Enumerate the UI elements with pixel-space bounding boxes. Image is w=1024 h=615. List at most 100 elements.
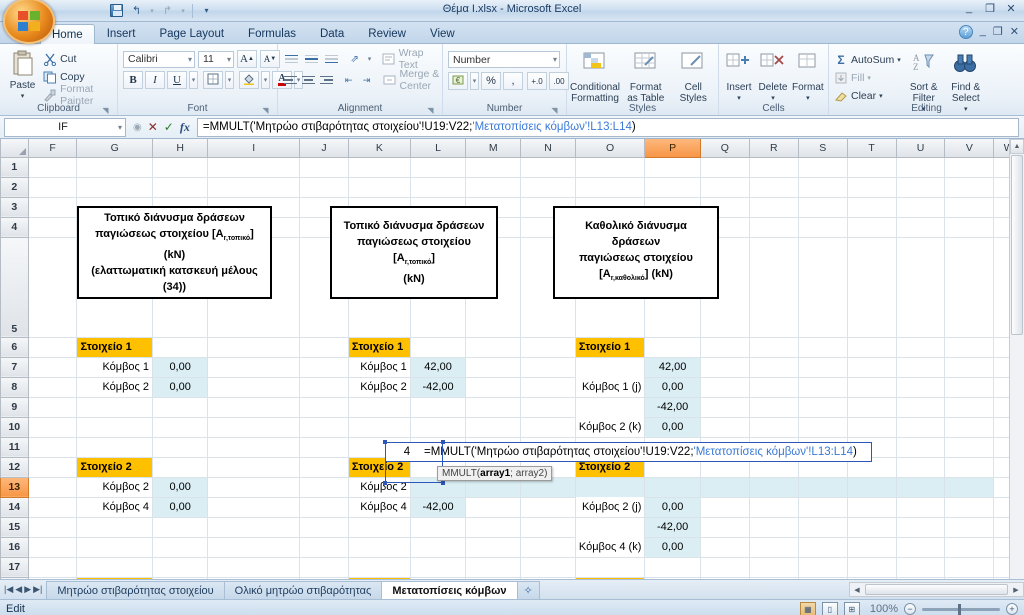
cell-K7[interactable]: Κόμβος 1 [347,356,411,378]
confirm-edit-button[interactable]: ✓ [164,120,174,134]
column-header-K[interactable]: K [347,139,411,158]
insert-function-button[interactable]: fx [180,120,190,135]
name-box[interactable]: IF ▾ [4,117,126,137]
row-header-12[interactable]: 12 [0,456,29,478]
delete-cells-button[interactable]: Delete ▾ [758,49,788,102]
cell-H13[interactable]: 0,00 [152,476,209,498]
cell-L8[interactable]: -42,00 [409,376,467,398]
cell-K8[interactable]: Κόμβος 2 [347,376,411,398]
format-as-table-button[interactable]: Format as Table [624,49,667,104]
cell-O15[interactable] [574,516,646,537]
decrease-indent-button[interactable]: ⇤ [341,71,357,89]
comma-format-button[interactable]: , [503,72,523,90]
tab-insert[interactable]: Insert [95,23,148,43]
close-button[interactable]: ✕ [1004,2,1018,15]
wrap-text-button[interactable]: Wrap Text [382,47,437,71]
worksheet-grid[interactable]: F G H I J K L M N O P Q R S T U V W 1 [0,139,1024,579]
next-sheet-button[interactable]: ▶ [24,584,31,595]
cell-P7[interactable]: 42,00 [644,356,701,378]
cell-O7[interactable] [574,356,646,377]
increase-indent-button[interactable]: ⇥ [359,71,375,89]
close-workbook-button[interactable]: ✕ [1010,25,1019,39]
screentip-arg2[interactable]: array2 [516,468,544,479]
zoom-slider-knob[interactable] [958,603,961,615]
format-painter-button[interactable]: Format Painter [43,83,112,107]
row-header-15[interactable]: 15 [0,516,29,538]
cell-O14[interactable]: Κόμβος 2 (j) [574,497,646,518]
selection-handle-tl[interactable] [383,440,387,444]
cell-P9[interactable]: -42,00 [644,396,701,418]
maximize-button[interactable]: ❐ [983,2,997,15]
align-top-button[interactable] [283,50,301,68]
cell-H7[interactable]: 0,00 [152,356,209,378]
cell-P8[interactable]: 0,00 [644,376,701,398]
column-header-P[interactable]: P [644,139,701,158]
column-header-H[interactable]: H [152,139,209,158]
format-cells-button[interactable]: Format ▾ [792,49,824,102]
font-family-select[interactable]: Calibri ▾ [123,50,195,68]
increase-font-size-button[interactable]: A ▲ [237,50,257,68]
page-layout-view-button[interactable]: ▯ [821,602,838,615]
accounting-dropdown-icon[interactable]: ▾ [470,72,479,90]
cell-H14[interactable]: 0,00 [152,496,209,518]
clipboard-dialog-launcher[interactable]: ◥ [101,106,110,115]
cell-O9[interactable] [574,396,646,417]
cell-O16[interactable]: Κόμβος 4 (k) [574,537,646,558]
cell-G7[interactable]: Κόμβος 1 [76,356,154,378]
selection-handle-tr[interactable] [441,440,445,444]
italic-button[interactable]: I [145,71,165,89]
column-header-N[interactable]: N [520,139,576,158]
row-header-17[interactable]: 17 [0,556,29,578]
cell-G12[interactable]: Στοιχείο 2 [76,456,154,478]
decrease-decimal-button[interactable]: .00 [549,72,569,90]
cancel-edit-button[interactable]: ✕ [148,120,158,134]
sheet-tab-node-displacements[interactable]: Μετατοπίσεις κόμβων [381,580,518,599]
formula-input[interactable]: =MMULT('Μητρώο στιβαρότητας στοιχείου'!U… [196,117,1019,137]
column-header-I[interactable]: I [207,139,301,158]
cell-K14[interactable]: Κόμβος 4 [347,496,411,518]
cell-O8[interactable]: Κόμβος 1 (j) [574,377,646,398]
bold-button[interactable]: B [123,71,143,89]
office-button[interactable] [3,0,55,44]
cell-P16[interactable]: 0,00 [644,536,701,558]
fill-button[interactable]: Fill ▾ [834,69,901,86]
format-dropdown-icon[interactable]: ▾ [806,94,810,102]
conditional-formatting-button[interactable]: Conditional Formatting [570,49,620,104]
textbox-local-vector-defective[interactable]: Τοπικό διάνυσμα δράσεων παγιώσεως στοιχε… [77,206,272,299]
textbox-local-vector[interactable]: Τοπικό διάνυσμα δράσεων παγιώσεως στοιχε… [330,206,498,299]
sheet-tab-global-stiffness[interactable]: Ολικό μητρώο στιβαρότητας [223,580,383,599]
normal-view-button[interactable]: ▦ [799,602,816,615]
active-cell-editor[interactable]: 4 =MMULT('Μητρώο στιβαρότητας στοιχείου'!… [385,442,872,462]
percent-format-button[interactable]: % [481,72,501,90]
column-header-U[interactable]: U [895,139,946,158]
prev-sheet-button[interactable]: ◀ [15,584,22,595]
tab-page-layout[interactable]: Page Layout [147,23,236,43]
row-header-3[interactable]: 3 [0,196,29,218]
row-header-10[interactable]: 10 [0,416,29,438]
orientation-button[interactable]: ⇗ [346,50,364,68]
column-header-L[interactable]: L [409,139,467,158]
column-header-S[interactable]: S [797,139,848,158]
cell-L7[interactable]: 42,00 [409,356,467,378]
tab-formulas[interactable]: Formulas [236,23,308,43]
row-header-9[interactable]: 9 [0,396,29,418]
selection-handle-bl[interactable] [383,481,387,485]
number-format-select[interactable]: Number ▾ [448,51,560,68]
cell-K13[interactable]: Κόμβος 2 [347,476,411,498]
column-header-Q[interactable]: Q [699,139,750,158]
paste-button[interactable]: Paste ▾ [5,47,40,100]
row-header-2[interactable]: 2 [0,176,29,198]
row-header-11[interactable]: 11 [0,436,29,458]
align-middle-button[interactable] [303,50,321,68]
orientation-dropdown-icon[interactable]: ▾ [366,50,374,68]
cell-P13[interactable] [644,476,701,498]
column-header-G[interactable]: G [76,139,154,158]
underline-dropdown-icon[interactable]: ▾ [189,71,198,89]
zoom-slider[interactable] [922,603,1000,615]
align-right-button[interactable] [319,71,335,89]
cut-button[interactable]: Cut [43,50,112,67]
zoom-in-button[interactable]: + [1006,603,1018,615]
help-icon[interactable]: ? [958,25,973,39]
tab-review[interactable]: Review [356,23,418,43]
cell-O10[interactable]: Κόμβος 2 (k) [574,417,646,438]
